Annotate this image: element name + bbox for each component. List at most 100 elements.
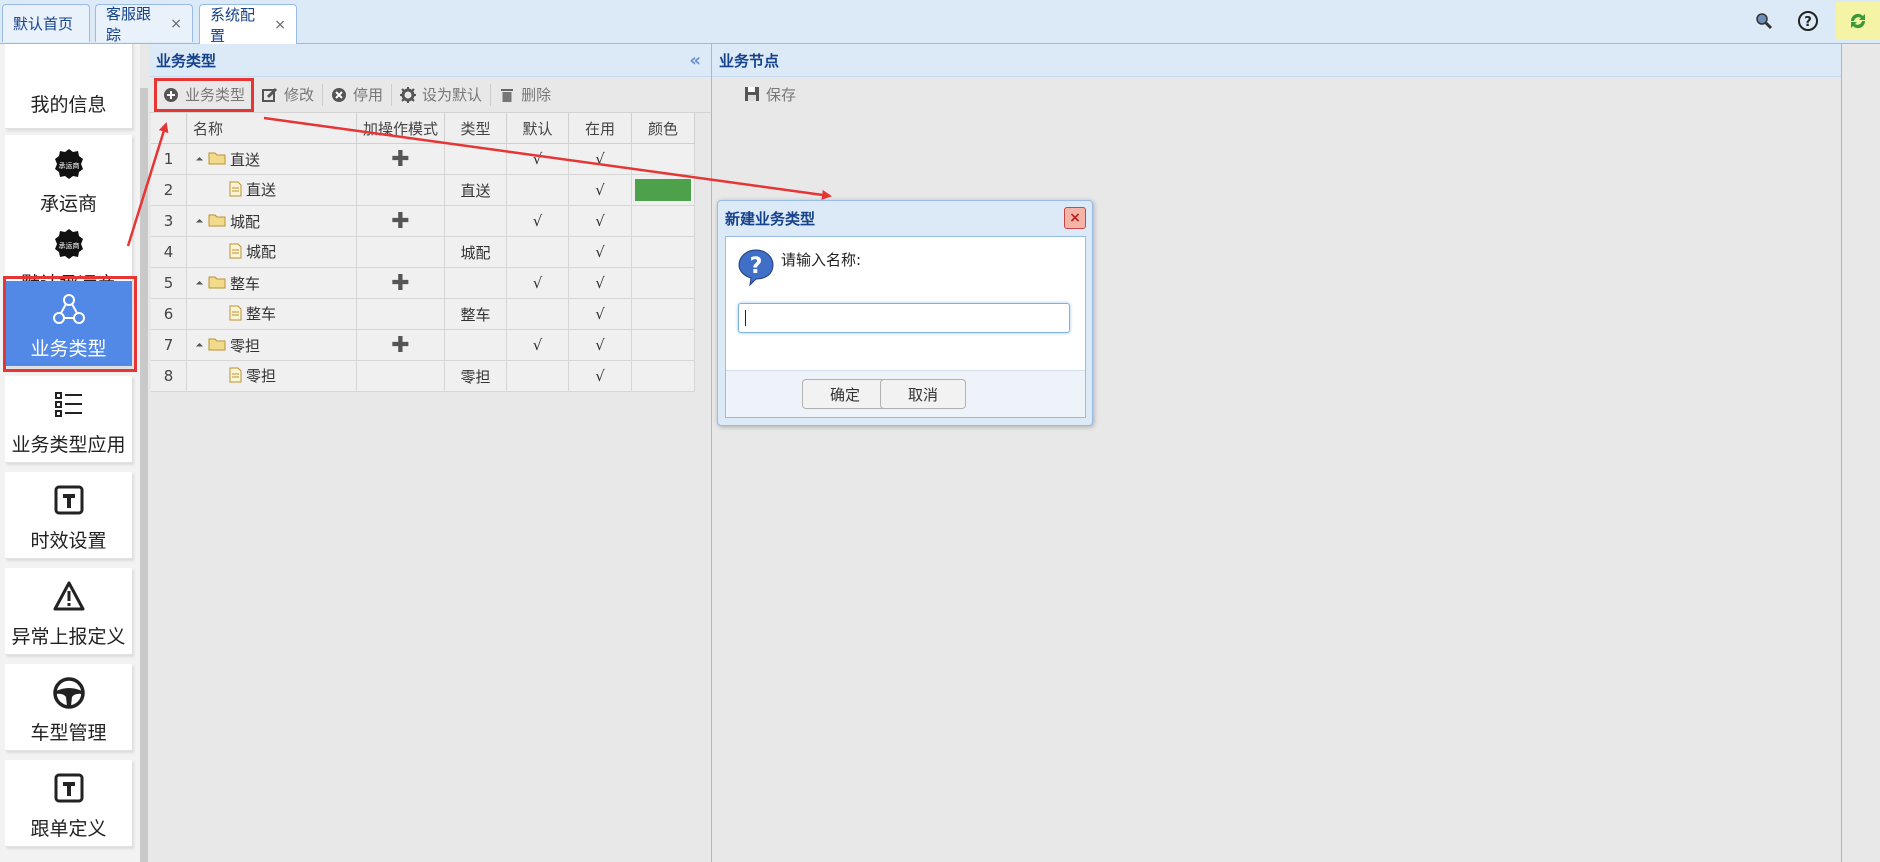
sidebar-item-business-type-app[interactable]: 业务类型应用 — [5, 376, 132, 463]
sidebar-item-label: 我的信息 — [30, 94, 107, 116]
t-square-icon — [5, 772, 132, 812]
name-cell[interactable]: 直送 — [186, 174, 357, 206]
column-header[interactable]: 在用 — [568, 113, 632, 144]
expand-toggle-icon[interactable] — [195, 218, 204, 226]
warning-icon — [5, 580, 132, 620]
dialog-title: 新建业务类型 — [725, 209, 816, 228]
sidebar-item-my-info[interactable]: 我的信息 — [5, 44, 132, 129]
collapse-icon[interactable]: « — [689, 50, 701, 71]
gear-icon — [400, 86, 417, 103]
column-header[interactable]: 类型 — [444, 113, 507, 144]
expand-toggle-icon[interactable] — [195, 342, 204, 350]
name-cell[interactable]: 整车 — [186, 298, 357, 330]
add-mode-cell[interactable]: ✚ — [356, 143, 445, 175]
search-icon[interactable] — [1751, 8, 1777, 34]
name-input[interactable] — [738, 303, 1070, 333]
add-mode-cell — [356, 360, 445, 392]
tab-system-config[interactable]: 系统配置 × — [199, 4, 297, 45]
help-icon[interactable]: ? — [1795, 8, 1821, 34]
table-row[interactable]: 4 城配 城配 √ — [151, 236, 695, 268]
disable-button[interactable]: 停用 — [323, 81, 391, 109]
table-row[interactable]: 8 零担 零担 √ — [151, 360, 695, 392]
sidebar-item-carrier[interactable]: 承运商 承运商 — [5, 135, 132, 222]
column-header[interactable]: 默认 — [506, 113, 569, 144]
file-icon — [229, 305, 242, 325]
add-mode-cell[interactable]: ✚ — [356, 329, 445, 361]
plus-icon[interactable]: ✚ — [391, 209, 409, 234]
table-row[interactable]: 1 直送 ✚ √ √ — [151, 143, 695, 175]
active-cell: √ — [568, 236, 632, 268]
color-cell — [631, 236, 695, 268]
sidebar-item-tracking-definition[interactable]: 跟单定义 — [5, 760, 132, 847]
tab-customer-tracking[interactable]: 客服跟踪 × — [95, 4, 193, 44]
set-default-button[interactable]: 设为默认 — [392, 81, 490, 109]
plus-icon[interactable]: ✚ — [391, 333, 409, 358]
add-mode-cell[interactable]: ✚ — [356, 205, 445, 237]
name-cell[interactable]: 城配 — [186, 236, 357, 268]
tab-home[interactable]: 默认首页 — [2, 4, 90, 42]
tab-label: 默认首页 — [13, 15, 74, 33]
network-icon — [5, 291, 132, 331]
cancel-button[interactable]: 取消 — [880, 379, 966, 409]
name-cell[interactable]: 直送 — [186, 143, 357, 175]
default-cell — [506, 298, 569, 330]
plus-icon[interactable]: ✚ — [391, 271, 409, 296]
row-number: 7 — [151, 329, 187, 361]
sidebar-item-label: 异常上报定义 — [11, 626, 126, 648]
table-row[interactable]: 7 零担 ✚ √ √ — [151, 329, 695, 361]
column-header[interactable]: 名称 — [186, 113, 357, 144]
sidebar-item-business-type[interactable]: 业务类型 — [5, 281, 132, 367]
svg-text:承运商: 承运商 — [58, 161, 79, 170]
name-cell[interactable]: 零担 — [186, 329, 357, 361]
type-cell — [444, 329, 507, 361]
folder-icon — [208, 337, 226, 355]
color-cell — [631, 143, 695, 175]
sidebar: 我的信息 承运商 承运商 承运商 默认承运商 业务类型 业务类型应用 时效设置 — [0, 44, 140, 862]
active-cell: √ — [568, 360, 632, 392]
table-row[interactable]: 3 城配 ✚ √ √ — [151, 205, 695, 237]
name-cell[interactable]: 零担 — [186, 360, 357, 392]
row-number: 3 — [151, 205, 187, 237]
file-icon — [229, 243, 242, 263]
business-type-panel: 业务类型 « 业务类型 修改 停用 设为默认 删除 名称 加操作模式 类型 默认… — [149, 44, 712, 862]
sidebar-item-vehicle-type[interactable]: 车型管理 — [5, 664, 132, 751]
disable-icon — [331, 87, 347, 103]
plus-icon[interactable]: ✚ — [391, 147, 409, 172]
type-cell: 零担 — [444, 360, 507, 392]
new-business-type-dialog: 新建业务类型 × ? 请输入名称: 确定 取消 — [717, 200, 1093, 426]
sidebar-item-exception-report[interactable]: 异常上报定义 — [5, 568, 132, 655]
color-cell — [631, 329, 695, 361]
default-cell: √ — [506, 329, 569, 361]
table-row[interactable]: 5 整车 ✚ √ √ — [151, 267, 695, 299]
close-icon[interactable]: × — [274, 17, 286, 33]
close-icon[interactable]: × — [1064, 207, 1086, 229]
file-icon — [229, 181, 242, 201]
table-row[interactable]: 6 整车 整车 √ — [151, 298, 695, 330]
ok-button[interactable]: 确定 — [802, 379, 888, 409]
expand-toggle-icon[interactable] — [195, 156, 204, 164]
table-row[interactable]: 2 直送 直送 √ — [151, 174, 695, 206]
edit-button[interactable]: 修改 — [254, 81, 322, 109]
sidebar-item-label: 时效设置 — [30, 530, 107, 552]
add-mode-cell — [356, 298, 445, 330]
column-header[interactable]: 颜色 — [631, 113, 695, 144]
row-number: 4 — [151, 236, 187, 268]
carrier-badge-icon: 承运商 — [5, 147, 132, 187]
add-mode-cell[interactable]: ✚ — [356, 267, 445, 299]
column-header[interactable]: 加操作模式 — [356, 113, 445, 144]
name-cell[interactable]: 城配 — [186, 205, 357, 237]
toolbar: 保存 — [712, 77, 1841, 111]
close-icon[interactable]: × — [170, 16, 182, 32]
grid-header: 名称 加操作模式 类型 默认 在用 颜色 — [151, 113, 695, 144]
sidebar-item-time-settings[interactable]: 时效设置 — [5, 472, 132, 559]
sidebar-scrollbar[interactable] — [140, 88, 148, 862]
name-cell[interactable]: 整车 — [186, 267, 357, 299]
folder-icon — [208, 275, 226, 293]
add-mode-cell — [356, 236, 445, 268]
add-business-type-button[interactable]: 业务类型 — [154, 77, 255, 112]
delete-button[interactable]: 删除 — [491, 81, 559, 109]
expand-toggle-icon[interactable] — [195, 280, 204, 288]
refresh-icon[interactable] — [1836, 2, 1880, 40]
save-button[interactable]: 保存 — [736, 80, 804, 108]
row-number: 5 — [151, 267, 187, 299]
